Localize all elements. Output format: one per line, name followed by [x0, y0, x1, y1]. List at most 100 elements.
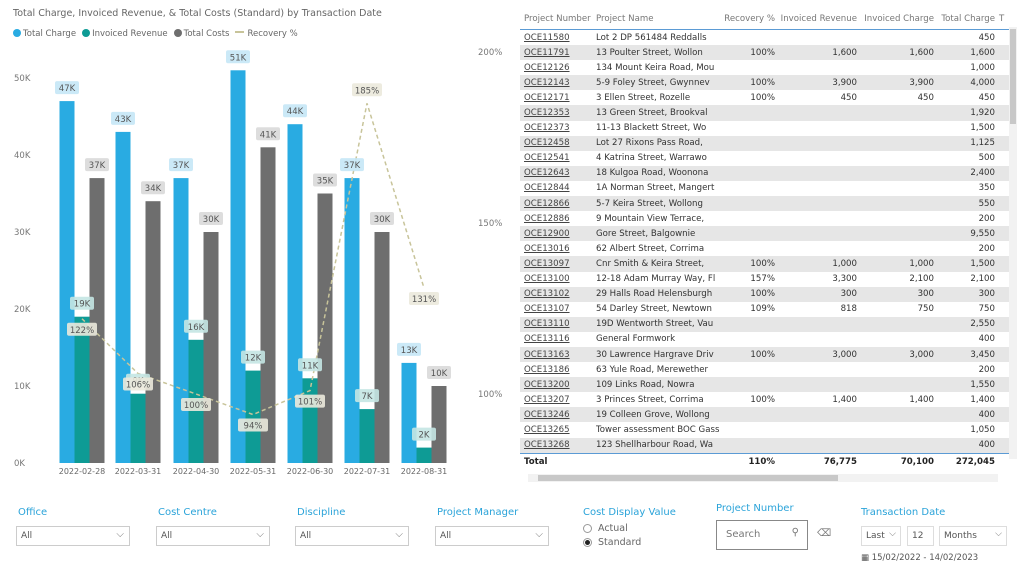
table-row[interactable]: OCE12353 13 Green Street, Brookval 1,920 — [520, 105, 1010, 121]
legend-total-costs[interactable]: Total Costs — [173, 29, 229, 39]
total-costs-bar[interactable] — [89, 178, 105, 463]
table-row[interactable]: OCE13102 29 Halls Road Helensburgh 100% 300… — [520, 286, 1010, 302]
radio-standard[interactable]: Standard — [583, 537, 641, 548]
table-row[interactable]: OCE13163 30 Lawrence Hargrave Driv 100% 3,0… — [520, 346, 1010, 363]
legend-total-charge[interactable]: Total Charge — [13, 29, 76, 39]
project-number-link[interactable]: OCE13097 — [520, 259, 596, 269]
total-charge-bar[interactable] — [344, 178, 360, 463]
total-charge-bar[interactable] — [115, 131, 131, 463]
project-number-link[interactable]: OCE12171 — [520, 93, 596, 103]
eraser-icon[interactable]: ⌫ — [817, 528, 831, 539]
table-row[interactable]: OCE12886 9 Mountain View Terrace, 200 — [520, 211, 1010, 226]
project-number-link[interactable]: OCE13100 — [520, 274, 596, 284]
project-number-link[interactable]: OCE11580 — [520, 33, 596, 43]
total-costs-bar[interactable] — [203, 232, 219, 463]
total-costs-bar[interactable] — [431, 386, 447, 463]
table-row[interactable]: OCE12900 Gore Street, Balgownie 9,550 — [520, 226, 1010, 242]
search-icon[interactable]: ⚲ — [792, 527, 799, 538]
total-costs-bar[interactable] — [145, 201, 161, 463]
table-row[interactable]: OCE13016 62 Albert Street, Corrima 200 — [520, 241, 1010, 256]
project-number-link[interactable]: OCE13102 — [520, 289, 596, 299]
project-number-link[interactable]: OCE12143 — [520, 78, 596, 88]
table-row[interactable]: OCE12171 3 Ellen Street, Rozelle 100% 450 45… — [520, 90, 1010, 105]
project-number-link[interactable]: OCE13265 — [520, 425, 596, 435]
invoiced-revenue-bar[interactable] — [416, 447, 432, 463]
invoiced-revenue-bar[interactable] — [359, 409, 375, 463]
project-number-link[interactable]: OCE12541 — [520, 153, 596, 163]
office-dropdown[interactable]: All ⌵ — [16, 526, 130, 546]
project-number-link[interactable]: OCE12353 — [520, 108, 596, 118]
invoiced-revenue-bar[interactable] — [74, 316, 90, 463]
project-number-link[interactable]: OCE12866 — [520, 199, 596, 209]
table-row[interactable]: OCE12126 134 Mount Keira Road, Mou 1,000 — [520, 60, 1010, 75]
project-number-link[interactable]: OCE12373 — [520, 123, 596, 133]
col-truncated[interactable]: T — [995, 14, 1005, 24]
project-number-link[interactable]: OCE12458 — [520, 138, 596, 148]
project-number-link[interactable]: OCE12900 — [520, 229, 596, 239]
table-row[interactable]: OCE13246 19 Colleen Grove, Wollong 400 — [520, 407, 1010, 423]
project-number-link[interactable]: OCE12844 — [520, 183, 596, 193]
table-row[interactable]: OCE13107 54 Darley Street, Newtown 109% 818… — [520, 302, 1010, 317]
invoiced-revenue-bar[interactable] — [245, 370, 261, 463]
table-row[interactable]: OCE13200 109 Links Road, Nowra 1,550 — [520, 377, 1010, 393]
table-row[interactable]: OCE12541 4 Katrina Street, Warrawo 500 — [520, 151, 1010, 166]
table-horizontal-scrollbar[interactable] — [528, 474, 998, 482]
table-row[interactable]: OCE12373 11-13 Blackett Street, Wo 1,500 — [520, 121, 1010, 136]
total-charge-bar[interactable] — [401, 362, 417, 463]
table-row[interactable]: OCE11580 Lot 2 DP 561484 Reddalls 450 — [520, 30, 1010, 45]
project-number-link[interactable]: OCE13207 — [520, 395, 596, 405]
col-project-name[interactable]: Project Name — [596, 14, 722, 24]
table-row[interactable]: OCE13186 63 Yule Road, Merewether 200 — [520, 362, 1010, 377]
table-row[interactable]: OCE12143 5-9 Foley Street, Gwynnev 100% 3,9… — [520, 75, 1010, 91]
project-number-link[interactable]: OCE13163 — [520, 350, 596, 360]
total-charge-bar[interactable] — [230, 70, 246, 464]
col-recovery[interactable]: Recovery % — [722, 14, 775, 24]
project-number-link[interactable]: OCE13186 — [520, 365, 596, 375]
project-number-link[interactable]: OCE13016 — [520, 244, 596, 254]
cost-centre-dropdown[interactable]: All ⌵ — [156, 526, 270, 546]
relative-unit-dropdown[interactable]: Months ⌵ — [939, 526, 1007, 546]
relative-mode-dropdown[interactable]: Last ⌵ — [861, 526, 901, 546]
table-row[interactable]: OCE13116 General Formwork 400 — [520, 332, 1010, 347]
project-number-link[interactable]: OCE12886 — [520, 214, 596, 224]
table-vertical-scrollbar[interactable] — [1009, 27, 1017, 459]
radio-actual[interactable]: Actual — [583, 523, 628, 534]
table-row[interactable]: OCE12866 5-7 Keira Street, Wollong 550 — [520, 196, 1010, 212]
total-costs-bar[interactable] — [260, 147, 276, 464]
project-number-link[interactable]: OCE11791 — [520, 48, 596, 58]
project-number-link[interactable]: OCE13107 — [520, 304, 596, 314]
total-costs-bar[interactable] — [317, 193, 333, 464]
legend-recovery[interactable]: Recovery % — [235, 29, 298, 39]
table-row[interactable]: OCE13265 Tower assessment BOC Gass 1,050 — [520, 422, 1010, 437]
table-row[interactable]: OCE13268 123 Shellharbour Road, Wa 400 — [520, 437, 1010, 453]
discipline-dropdown[interactable]: All ⌵ — [295, 526, 409, 546]
project-search-input[interactable]: Search ⚲ — [716, 520, 808, 550]
table-row[interactable]: OCE12844 1A Norman Street, Mangert 350 — [520, 181, 1010, 196]
table-row[interactable]: OCE13110 19D Wentworth Street, Vau 2,550 — [520, 316, 1010, 332]
col-total-charge[interactable]: Total Charge — [934, 14, 995, 24]
invoiced-revenue-bar[interactable] — [130, 393, 146, 463]
total-costs-bar[interactable] — [374, 232, 390, 463]
table-row[interactable]: OCE11791 13 Poulter Street, Wollon 100% 1,6… — [520, 45, 1010, 61]
col-invoiced-charge[interactable]: Invoiced Charge — [857, 14, 934, 24]
project-number-link[interactable]: OCE13200 — [520, 380, 596, 390]
col-invoiced-revenue[interactable]: Invoiced Revenue — [775, 14, 857, 24]
project-number-link[interactable]: OCE12126 — [520, 63, 596, 73]
relative-count-input[interactable]: 12 — [907, 526, 934, 546]
table-row[interactable]: OCE12458 Lot 27 Rixons Pass Road, 1,125 — [520, 135, 1010, 151]
total-charge-bar[interactable] — [287, 124, 303, 463]
project-number-link[interactable]: OCE12643 — [520, 168, 596, 178]
project-number-link[interactable]: OCE13268 — [520, 440, 596, 450]
project-number-link[interactable]: OCE13116 — [520, 334, 596, 344]
project-number-link[interactable]: OCE13110 — [520, 319, 596, 329]
table-row[interactable]: OCE13097 Cnr Smith & Keira Street, 100% 1,0… — [520, 256, 1010, 272]
col-project-number[interactable]: Project Number — [520, 14, 596, 24]
legend-invoiced-revenue[interactable]: Invoiced Revenue — [82, 29, 168, 39]
table-row[interactable]: OCE12643 18 Kulgoa Road, Woonona 2,400 — [520, 165, 1010, 181]
recovery-line[interactable] — [81, 103, 425, 416]
table-row[interactable]: OCE13207 3 Princes Street, Corrima 100% 1,4… — [520, 392, 1010, 407]
total-charge-bar[interactable] — [59, 101, 75, 463]
table-row[interactable]: OCE13100 12-18 Adam Murray Way, Fl 157% 3,3… — [520, 272, 1010, 287]
project-number-link[interactable]: OCE13246 — [520, 410, 596, 420]
project-manager-dropdown[interactable]: All ⌵ — [435, 526, 549, 546]
